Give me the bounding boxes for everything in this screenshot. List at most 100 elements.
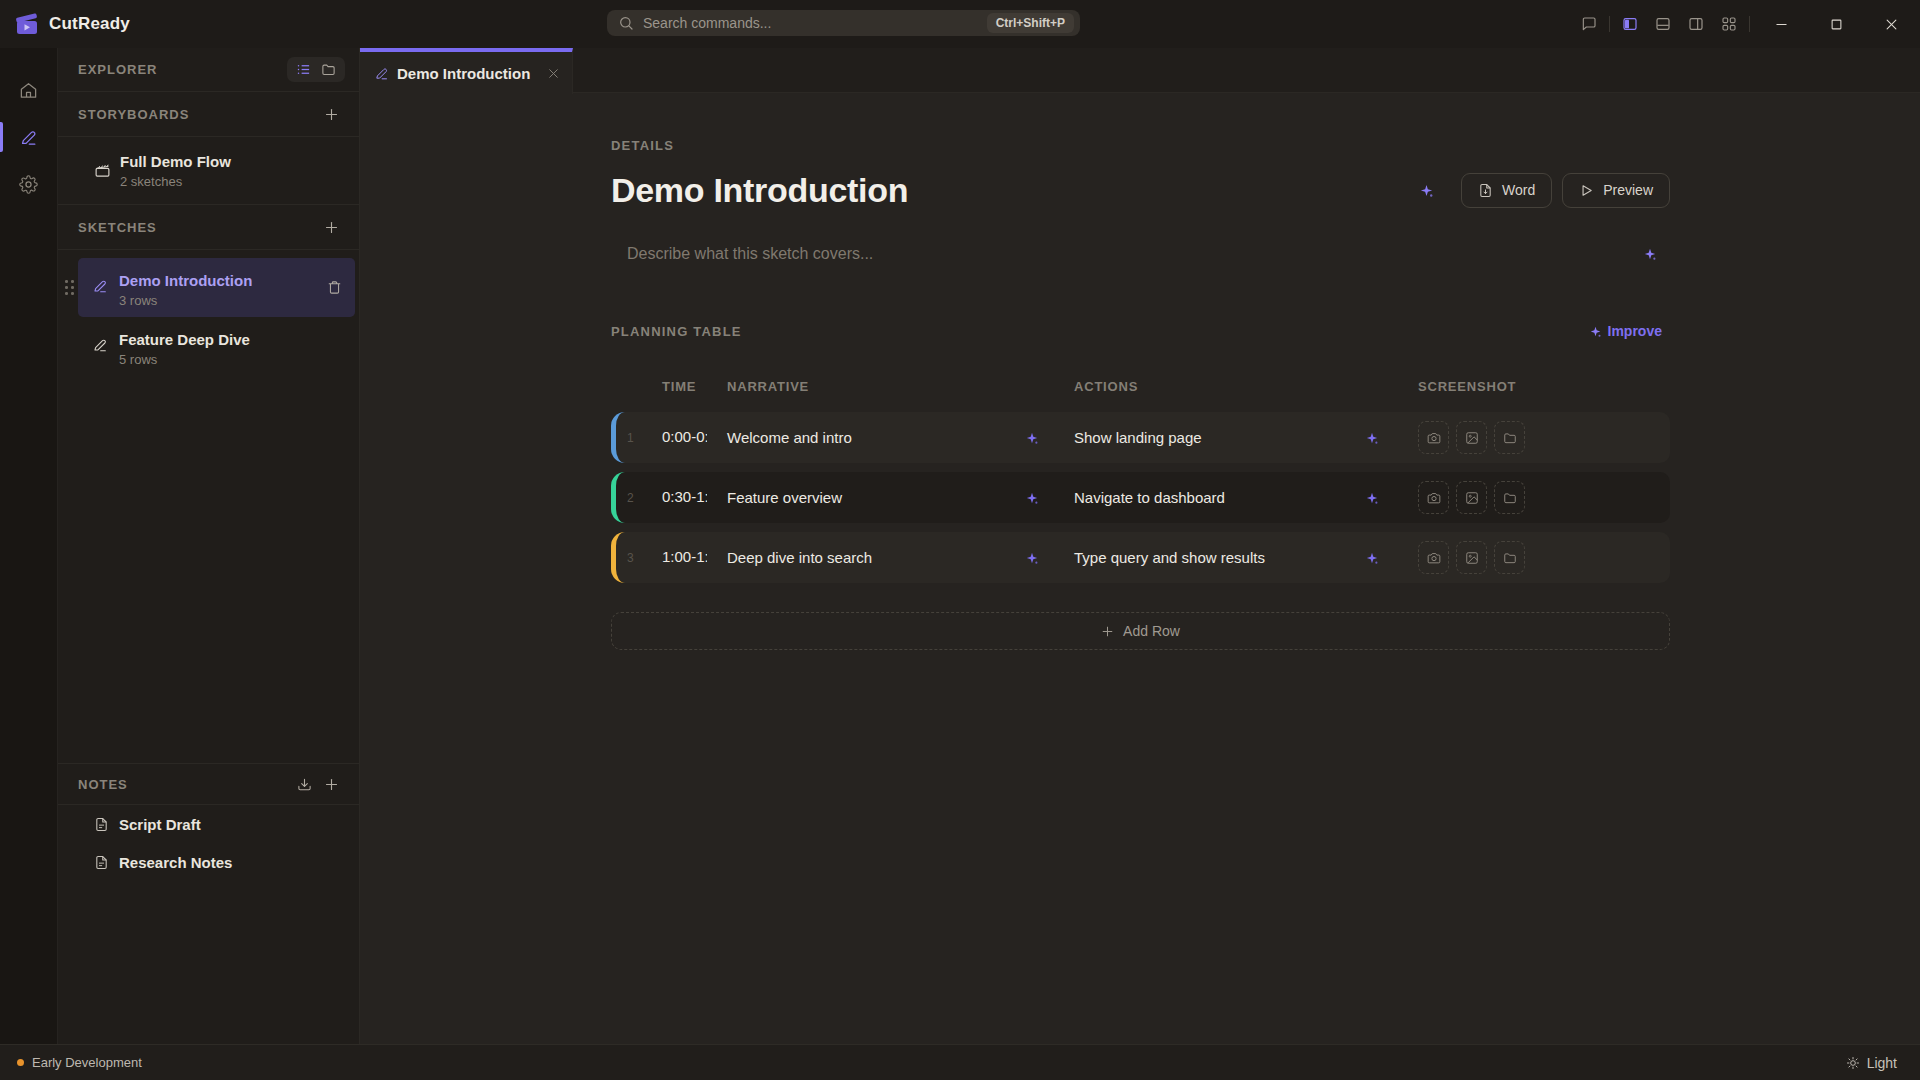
ai-sparkle-icon[interactable] bbox=[1366, 432, 1378, 444]
nav-home-button[interactable] bbox=[0, 71, 58, 109]
tab-label: Demo Introduction bbox=[397, 65, 547, 82]
actions-cell[interactable]: Show landing page bbox=[1074, 429, 1406, 446]
add-note-icon[interactable] bbox=[324, 777, 339, 792]
table-row[interactable]: 1 0:00-0:30 Welcome and intro Show landi… bbox=[611, 412, 1670, 463]
add-sketch-icon[interactable] bbox=[324, 220, 339, 235]
camera-icon bbox=[1427, 431, 1441, 445]
export-word-button[interactable]: Word bbox=[1461, 173, 1552, 208]
command-search-input[interactable]: Search commands... Ctrl+Shift+P bbox=[607, 10, 1080, 36]
word-button-label: Word bbox=[1502, 182, 1535, 198]
note-item-script-draft[interactable]: Script Draft bbox=[58, 805, 359, 843]
search-icon bbox=[618, 15, 634, 31]
tab-bar: Demo Introduction bbox=[360, 48, 1920, 93]
import-note-icon[interactable] bbox=[297, 777, 312, 792]
time-cell[interactable]: 1:00-1:30 bbox=[662, 548, 727, 568]
narrative-cell[interactable]: Deep dive into search bbox=[727, 549, 1074, 566]
main-area: Demo Introduction DETAILS Demo Introduct… bbox=[360, 48, 1920, 1044]
sketches-label: SKETCHES bbox=[78, 220, 324, 235]
preview-button-label: Preview bbox=[1603, 182, 1653, 198]
browse-files-button[interactable] bbox=[1494, 421, 1525, 454]
add-storyboard-icon[interactable] bbox=[324, 107, 339, 122]
drag-handle[interactable] bbox=[65, 280, 74, 295]
ai-sparkle-icon[interactable] bbox=[1366, 552, 1378, 564]
column-header-narrative: NARRATIVE bbox=[727, 380, 1074, 393]
ai-sparkle-icon[interactable] bbox=[1366, 492, 1378, 504]
sketch-item-demo-introduction[interactable]: Demo Introduction 3 rows bbox=[78, 258, 355, 317]
status-dot bbox=[17, 1059, 24, 1066]
actions-cell[interactable]: Type query and show results bbox=[1074, 549, 1406, 566]
column-header-time: TIME bbox=[662, 380, 727, 393]
capture-screenshot-button[interactable] bbox=[1418, 541, 1449, 574]
sketch-title: Feature Deep Dive bbox=[119, 331, 250, 349]
ai-sparkle-icon[interactable] bbox=[1026, 432, 1038, 444]
ai-sparkle-icon[interactable] bbox=[1644, 248, 1656, 260]
maximize-button[interactable] bbox=[1829, 17, 1844, 32]
screenshot-cell bbox=[1406, 541, 1670, 574]
narrative-cell[interactable]: Welcome and intro bbox=[727, 429, 1074, 446]
preview-button[interactable]: Preview bbox=[1562, 173, 1670, 208]
explorer-header: EXPLORER bbox=[58, 48, 359, 92]
panel-bottom-icon[interactable] bbox=[1655, 16, 1671, 32]
table-header-row: TIME NARRATIVE ACTIONS SCREENSHOT bbox=[611, 380, 1670, 393]
tab-demo-introduction[interactable]: Demo Introduction bbox=[360, 48, 573, 94]
storyboard-title: Full Demo Flow bbox=[120, 153, 231, 171]
add-row-label: Add Row bbox=[1123, 623, 1180, 639]
app-title: CutReady bbox=[49, 14, 130, 34]
table-row[interactable]: 2 0:30-1:00 Feature overview Navigate to… bbox=[611, 472, 1670, 523]
list-view-icon[interactable] bbox=[296, 62, 311, 77]
app-logo-icon bbox=[14, 11, 40, 37]
notes-label: NOTES bbox=[78, 777, 297, 792]
image-icon bbox=[1465, 551, 1479, 565]
add-row-button[interactable]: Add Row bbox=[611, 612, 1670, 650]
description-field[interactable]: Describe what this sketch covers... bbox=[611, 246, 1670, 262]
row-number: 3 bbox=[616, 551, 662, 565]
explorer-sidebar: EXPLORER STORYBOARDS Full Demo Flow 2 sk… bbox=[58, 48, 360, 1044]
theme-toggle[interactable]: Light bbox=[1846, 1055, 1897, 1071]
browse-files-button[interactable] bbox=[1494, 481, 1525, 514]
pick-image-button[interactable] bbox=[1456, 481, 1487, 514]
column-header-actions: ACTIONS bbox=[1074, 380, 1406, 393]
time-cell[interactable]: 0:30-1:00 bbox=[662, 488, 727, 508]
ai-sparkle-icon[interactable] bbox=[1420, 184, 1433, 197]
pen-icon bbox=[19, 128, 38, 147]
time-cell[interactable]: 0:00-0:30 bbox=[662, 428, 727, 448]
titlebar-separator bbox=[1749, 16, 1750, 32]
title-bar: CutReady Search commands... Ctrl+Shift+P bbox=[0, 0, 1920, 48]
narrative-cell[interactable]: Feature overview bbox=[727, 489, 1074, 506]
ai-sparkle-icon[interactable] bbox=[1026, 492, 1038, 504]
capture-screenshot-button[interactable] bbox=[1418, 421, 1449, 454]
actions-cell[interactable]: Navigate to dashboard bbox=[1074, 489, 1406, 506]
feedback-icon[interactable] bbox=[1581, 16, 1597, 32]
ai-sparkle-icon[interactable] bbox=[1026, 552, 1038, 564]
document-icon bbox=[94, 817, 109, 832]
row-number: 1 bbox=[616, 431, 662, 445]
minimize-button[interactable] bbox=[1774, 17, 1789, 32]
note-item-research-notes[interactable]: Research Notes bbox=[58, 843, 359, 881]
delete-sketch-icon[interactable] bbox=[327, 280, 342, 295]
table-row[interactable]: 3 1:00-1:30 Deep dive into search Type q… bbox=[611, 532, 1670, 583]
nav-sketch-button[interactable] bbox=[0, 118, 58, 156]
nav-settings-button[interactable] bbox=[0, 165, 58, 203]
narrative-text: Deep dive into search bbox=[727, 549, 1026, 566]
storyboard-item[interactable]: Full Demo Flow 2 sketches bbox=[58, 137, 359, 205]
sketch-subtitle: 3 rows bbox=[119, 293, 252, 309]
folder-view-icon[interactable] bbox=[321, 62, 336, 77]
capture-screenshot-button[interactable] bbox=[1418, 481, 1449, 514]
close-button[interactable] bbox=[1884, 17, 1899, 32]
pick-image-button[interactable] bbox=[1456, 541, 1487, 574]
layout-grid-icon[interactable] bbox=[1721, 16, 1737, 32]
pick-image-button[interactable] bbox=[1456, 421, 1487, 454]
browse-files-button[interactable] bbox=[1494, 541, 1525, 574]
improve-button[interactable]: Improve bbox=[1590, 323, 1662, 339]
panel-left-icon[interactable] bbox=[1622, 16, 1638, 32]
explorer-label: EXPLORER bbox=[78, 62, 287, 77]
panel-right-icon[interactable] bbox=[1688, 16, 1704, 32]
tab-close-icon[interactable] bbox=[547, 67, 560, 80]
activity-rail bbox=[0, 48, 58, 1044]
document-icon bbox=[94, 855, 109, 870]
camera-icon bbox=[1427, 551, 1441, 565]
plus-icon bbox=[1101, 625, 1114, 638]
folder-icon bbox=[1503, 491, 1517, 505]
sketch-item-feature-deep-dive[interactable]: Feature Deep Dive 5 rows bbox=[78, 317, 355, 376]
home-icon bbox=[19, 81, 38, 100]
